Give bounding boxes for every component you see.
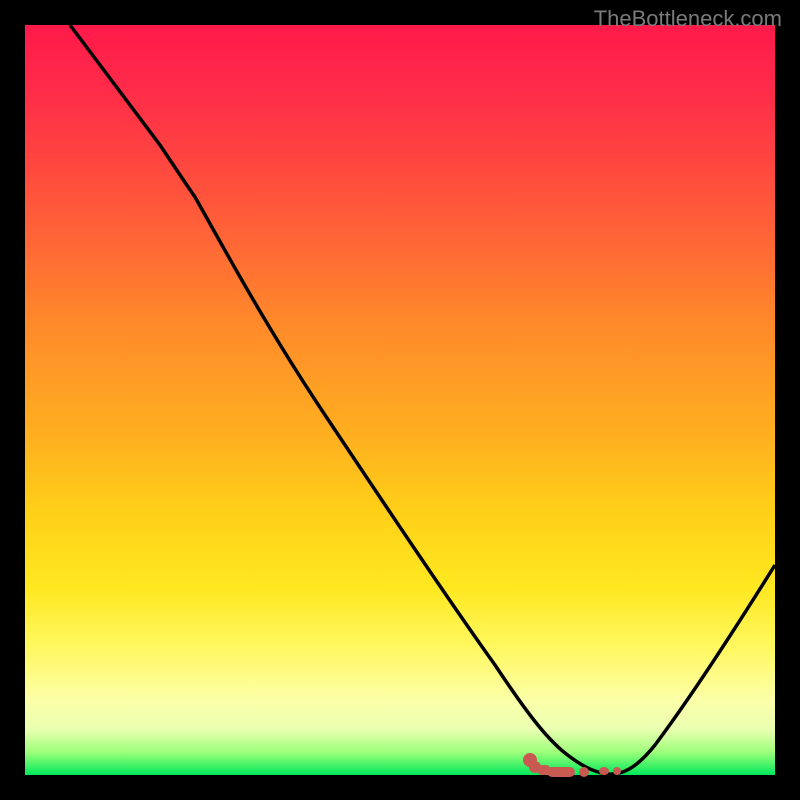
chart-plot-area <box>25 25 775 775</box>
watermark-text: TheBottleneck.com <box>594 6 782 32</box>
minimum-markers <box>25 25 775 775</box>
marker-dot <box>579 767 589 777</box>
marker-dot <box>599 767 609 775</box>
marker-dot <box>613 767 621 775</box>
marker-bar <box>547 767 575 777</box>
